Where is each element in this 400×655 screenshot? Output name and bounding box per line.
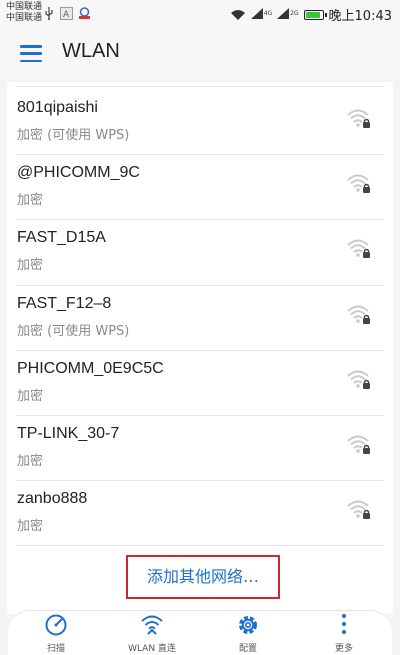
page-title: WLAN xyxy=(62,40,120,62)
tab-scan[interactable]: 扫描 xyxy=(8,611,104,655)
wifi-locked-icon xyxy=(347,239,370,259)
network-name: FAST_F12–8 xyxy=(17,294,112,312)
network-list: 801qipaishi 加密 (可使用 WPS) @PHICOMM_9C 加密 … xyxy=(7,90,393,547)
usb-icon xyxy=(45,7,53,20)
network-item[interactable]: @PHICOMM_9C 加密 xyxy=(17,155,383,221)
network-security: 加密 xyxy=(17,193,44,209)
wifi-status-icon xyxy=(230,9,245,20)
network-list-card: 801qipaishi 加密 (可使用 WPS) @PHICOMM_9C 加密 … xyxy=(7,82,393,614)
network-item[interactable]: PHICOMM_0E9C5C 加密 xyxy=(17,351,383,416)
network-item[interactable]: TP-LINK_30-7 加密 xyxy=(17,416,383,482)
network-security: 加密 xyxy=(17,453,44,469)
signal-2-icon xyxy=(277,7,290,19)
carrier-2: 中国联通 xyxy=(6,13,43,23)
network-security: 加密 xyxy=(17,388,44,404)
add-other-network-button[interactable]: 添加其他网络… xyxy=(126,555,280,599)
app-notification-icon xyxy=(79,7,90,19)
network-item[interactable]: 801qipaishi 加密 (可使用 WPS) xyxy=(17,90,383,156)
gear-icon xyxy=(239,616,257,634)
add-network-row: 添加其他网络… xyxy=(7,552,393,602)
network-name: @PHICOMM_9C xyxy=(17,164,140,182)
network-type-1: 4G xyxy=(263,9,273,17)
network-type-2: 2G xyxy=(290,9,299,17)
network-name: PHICOMM_0E9C5C xyxy=(17,359,164,377)
wifi-locked-icon xyxy=(347,370,370,389)
wifi-locked-icon xyxy=(347,500,370,520)
tab-gear[interactable]: 配置 xyxy=(200,611,296,655)
wifi-locked-icon xyxy=(347,109,370,128)
network-name: zanbo888 xyxy=(17,490,88,508)
network-security: 加密 xyxy=(17,519,44,535)
svg-text:A: A xyxy=(63,10,70,20)
status-right: 4G 2G 晚上10:43 xyxy=(230,5,392,24)
network-name: FAST_D15A xyxy=(17,229,106,247)
network-security: 加密 (可使用 WPS) xyxy=(17,323,130,339)
tab-label: 更多 xyxy=(334,644,353,654)
network-security: 加密 (可使用 WPS) xyxy=(17,128,130,143)
status-bar: 中国联通 中国联通 A 4G 2G 晚上10:43 xyxy=(0,0,400,28)
network-name: TP-LINK_30-7 xyxy=(17,424,120,442)
tab-label: 扫描 xyxy=(46,644,65,654)
network-item[interactable]: FAST_D15A 加密 xyxy=(17,220,383,286)
tab-label: WLAN 直连 xyxy=(128,644,176,654)
more-icon xyxy=(342,614,346,634)
carrier-info: 中国联通 中国联通 xyxy=(6,2,42,24)
battery-icon xyxy=(303,9,327,20)
wlan-direct-icon xyxy=(141,615,163,635)
clock: 晚上10:43 xyxy=(328,9,392,24)
menu-icon[interactable] xyxy=(20,45,42,62)
scan-icon xyxy=(45,614,67,636)
wifi-locked-icon xyxy=(347,305,370,324)
tab-wlan-direct[interactable]: WLAN 直连 xyxy=(104,611,200,655)
notification-icon: A xyxy=(60,7,73,20)
divider xyxy=(17,86,383,87)
app-header: WLAN xyxy=(0,28,400,80)
network-security: 加密 xyxy=(17,258,44,274)
network-item[interactable]: FAST_F12–8 加密 (可使用 WPS) xyxy=(17,286,383,351)
bottom-toolbar: 扫描 WLAN 直连 配置 更多 xyxy=(8,610,392,655)
signal-1-icon xyxy=(250,7,263,19)
tab-more[interactable]: 更多 xyxy=(296,611,392,655)
network-item[interactable]: zanbo888 加密 xyxy=(17,481,383,547)
wifi-locked-icon xyxy=(347,435,370,454)
tab-label: 配置 xyxy=(238,644,257,654)
wifi-locked-icon xyxy=(347,174,370,194)
carrier-1: 中国联通 xyxy=(6,2,43,12)
network-name: 801qipaishi xyxy=(17,99,98,116)
